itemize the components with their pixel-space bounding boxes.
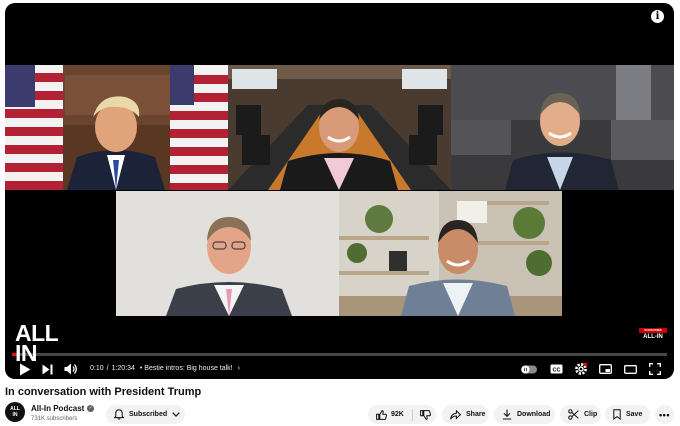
progress-bar[interactable] <box>12 353 667 356</box>
download-button[interactable]: Download <box>494 405 555 424</box>
info-icon[interactable]: i <box>651 10 664 23</box>
duration: 1:20:34 <box>111 365 135 372</box>
share-button[interactable]: Share <box>442 405 489 424</box>
share-label: Share <box>466 411 486 418</box>
subscribe-watermark[interactable]: SUBSCRIBE ALL-IN <box>639 328 667 342</box>
progress-fill <box>12 353 16 356</box>
clip-button[interactable]: Clip <box>560 405 601 424</box>
save-button[interactable]: Save <box>605 405 650 424</box>
participant-tile-5 <box>339 191 562 316</box>
bell-icon <box>114 409 124 420</box>
thumbs-down-icon <box>419 409 431 420</box>
player-controls: 0:10/1:20:34 • Bestie intros: Big house … <box>5 358 674 379</box>
video-player[interactable]: i ALL IN SUBSCRIBE ALL-IN 0:10 / 1:20:34… <box>5 3 674 379</box>
chapter-bullet: • <box>139 365 143 372</box>
channel-name[interactable]: All-In Podcast ✓ <box>31 404 95 413</box>
like-dislike-group: 92K <box>368 405 436 424</box>
channel-watermark: ALL IN <box>15 322 59 365</box>
chevron-down-icon <box>172 412 180 417</box>
next-icon[interactable] <box>41 362 54 376</box>
miniplayer-icon[interactable] <box>598 362 612 376</box>
more-actions-button[interactable]: ••• <box>655 405 674 424</box>
settings-icon[interactable] <box>573 362 588 376</box>
share-arrow-icon <box>450 409 461 420</box>
like-count: 92K <box>391 411 404 418</box>
bookmark-icon <box>613 409 621 420</box>
svg-text:CC: CC <box>552 367 560 373</box>
autoplay-toggle[interactable] <box>521 362 537 376</box>
play-icon[interactable] <box>18 362 32 376</box>
video-title: In conversation with President Trump <box>5 386 202 398</box>
corner-brand-text: ALL-IN <box>643 334 663 340</box>
more-horizontal-icon: ••• <box>659 409 670 420</box>
subscriber-count: 731K subscribers <box>31 416 78 422</box>
dislike-button[interactable] <box>413 409 431 420</box>
save-label: Save <box>626 411 643 418</box>
captions-icon[interactable]: CC <box>549 362 563 376</box>
avatar-text-bottom: IN <box>12 412 18 418</box>
theater-mode-icon[interactable] <box>623 362 637 376</box>
volume-icon[interactable] <box>64 362 78 376</box>
participant-tile-4 <box>116 191 339 316</box>
thumbs-up-icon <box>376 409 387 420</box>
chapter-title[interactable]: Bestie intros: Big house talk! <box>144 365 232 372</box>
clip-label: Clip <box>584 411 598 418</box>
time-display: 0:10/1:20:34 • Bestie intros: Big house … <box>90 363 240 375</box>
channel-name-text[interactable]: All-In Podcast <box>31 404 84 413</box>
scissors-icon <box>568 409 579 420</box>
chevron-right-icon[interactable]: › <box>238 365 240 372</box>
fullscreen-icon[interactable] <box>648 362 662 376</box>
participant-tile-2 <box>228 65 451 190</box>
subscribed-label: Subscribed <box>129 411 168 418</box>
participant-tile-3 <box>451 65 674 190</box>
subscribed-button[interactable]: Subscribed <box>106 405 185 424</box>
current-time: 0:10 <box>90 365 104 372</box>
download-icon <box>502 409 512 420</box>
download-label: Download <box>517 411 551 418</box>
verified-check-icon: ✓ <box>87 405 95 412</box>
channel-avatar[interactable]: ALL IN <box>5 402 25 422</box>
like-button[interactable]: 92K <box>368 405 404 424</box>
time-separator: / <box>106 365 109 372</box>
participant-tile-1 <box>5 65 228 190</box>
